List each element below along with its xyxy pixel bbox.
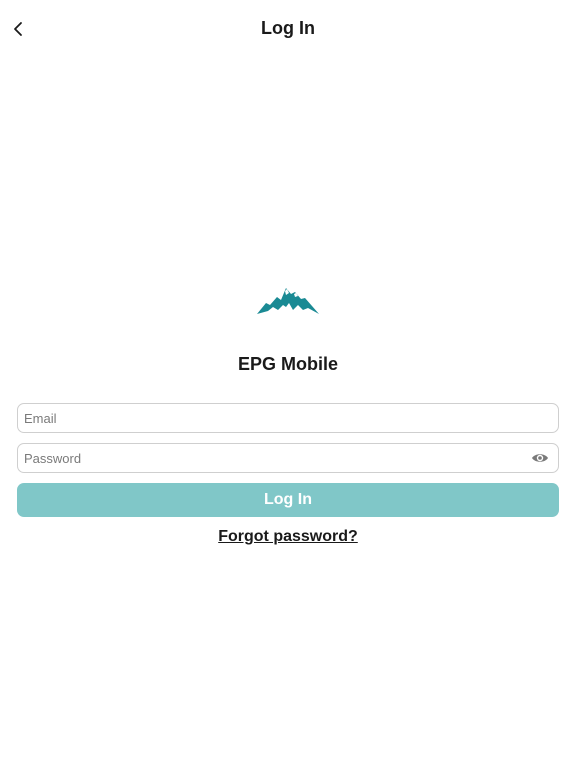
page-title: Log In — [261, 18, 315, 38]
eye-icon[interactable] — [531, 451, 549, 465]
forgot-password-link[interactable]: Forgot password? — [0, 528, 576, 546]
login-screen: Log In EPG Mobile Log In Forgot password… — [0, 0, 576, 768]
app-name: EPG Mobile — [237, 354, 338, 374]
email-field-container — [17, 403, 559, 433]
email-field[interactable] — [18, 404, 558, 432]
login-button[interactable]: Log In — [17, 483, 559, 517]
password-field-container — [17, 443, 559, 473]
nav-bar: Log In — [0, 0, 576, 58]
mountain-logo-icon — [257, 288, 319, 314]
password-field[interactable] — [18, 444, 558, 472]
